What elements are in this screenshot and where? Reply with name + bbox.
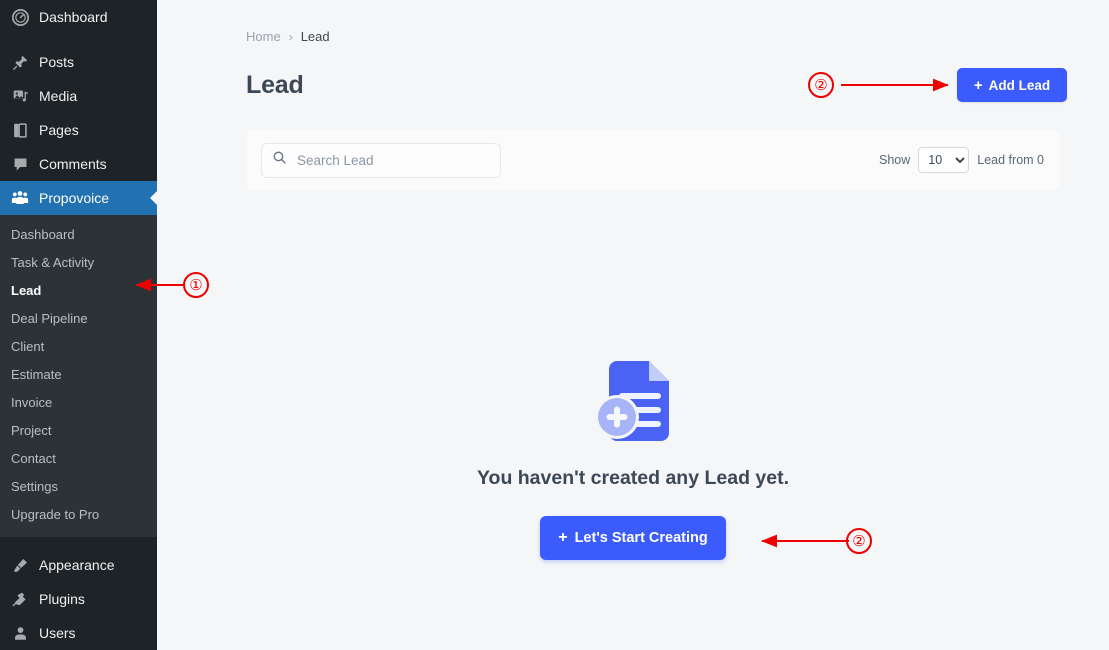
media-icon <box>10 86 30 106</box>
submenu-item-estimate[interactable]: Estimate <box>0 361 157 389</box>
comments-icon <box>10 154 30 174</box>
submenu-item-project[interactable]: Project <box>0 417 157 445</box>
sidebar-item-label: Dashboard <box>39 9 108 25</box>
propovoice-lead-page: Home › Lead Lead + Add Lead Show 1025501… <box>157 0 1109 650</box>
annotation-number-1: ① <box>183 272 209 298</box>
sidebar-separator <box>0 537 157 548</box>
submenu-item-contact[interactable]: Contact <box>0 445 157 473</box>
pages-icon <box>10 120 30 140</box>
group-icon <box>10 188 30 208</box>
start-creating-button[interactable]: + Let's Start Creating <box>540 516 726 560</box>
plug-icon <box>10 589 30 609</box>
sidebar-item-propovoice[interactable]: Propovoice <box>0 181 158 215</box>
dashboard-icon <box>10 7 30 27</box>
sidebar-item-plugins[interactable]: Plugins <box>0 582 157 616</box>
search-field-wrapper[interactable] <box>261 142 501 178</box>
add-lead-label: Add Lead <box>988 77 1051 93</box>
submenu-item-settings[interactable]: Settings <box>0 473 157 501</box>
sidebar-item-label: Users <box>39 625 76 641</box>
document-add-icon <box>591 355 675 449</box>
sidebar-item-label: Plugins <box>39 591 85 607</box>
paintbrush-icon <box>10 555 30 575</box>
empty-state-title: You haven't created any Lead yet. <box>476 467 790 489</box>
submenu-item-invoice[interactable]: Invoice <box>0 389 157 417</box>
active-caret-icon <box>150 190 158 206</box>
sidebar-item-appearance[interactable]: Appearance <box>0 548 157 582</box>
search-input[interactable] <box>295 151 490 169</box>
sidebar-item-pages[interactable]: Pages <box>0 113 157 147</box>
sidebar-item-label: Appearance <box>39 557 115 573</box>
sidebar-separator <box>0 34 157 45</box>
wp-admin-sidebar: Dashboard Posts Media Pages Comments Pro… <box>0 0 158 650</box>
search-icon <box>272 150 287 170</box>
submenu-item-dashboard[interactable]: Dashboard <box>0 221 157 249</box>
toolbar-right-controls: Show 102550100 Lead from 0 <box>879 147 1044 173</box>
sidebar-item-label: Comments <box>39 156 107 172</box>
sidebar-item-comments[interactable]: Comments <box>0 147 157 181</box>
add-lead-button[interactable]: + Add Lead <box>957 68 1067 102</box>
page-title: Lead <box>246 71 304 99</box>
annotation-number-2a: ② <box>808 72 834 98</box>
plus-icon: + <box>973 76 983 94</box>
sidebar-item-label: Media <box>39 88 78 104</box>
sidebar-item-posts[interactable]: Posts <box>0 45 157 79</box>
submenu-item-deal-pipeline[interactable]: Deal Pipeline <box>0 305 157 333</box>
breadcrumb-current: Lead <box>300 29 330 44</box>
sidebar-item-label: Pages <box>39 122 79 138</box>
empty-state: You haven't created any Lead yet. + Let'… <box>157 355 1109 560</box>
sidebar-item-label: Posts <box>39 54 75 70</box>
sidebar-item-dashboard[interactable]: Dashboard <box>0 0 157 34</box>
sidebar-item-media[interactable]: Media <box>0 79 157 113</box>
per-page-select[interactable]: 102550100 <box>918 147 970 173</box>
annotation-number-2b: ② <box>846 528 872 554</box>
submenu-item-task-activity[interactable]: Task & Activity <box>0 249 157 277</box>
start-creating-label: Let's Start Creating <box>574 530 708 546</box>
sidebar-item-users[interactable]: Users <box>0 616 157 650</box>
submenu-item-upgrade-to-pro[interactable]: Upgrade to Pro <box>0 501 157 529</box>
breadcrumb-separator-icon: › <box>288 29 293 44</box>
plus-icon: + <box>558 529 568 546</box>
breadcrumb-home-link[interactable]: Home <box>246 29 281 44</box>
breadcrumb: Home › Lead <box>246 29 330 44</box>
user-icon <box>10 623 30 643</box>
lead-count-label: Lead from 0 <box>977 153 1044 167</box>
lead-toolbar-card: Show 102550100 Lead from 0 <box>246 130 1060 190</box>
propovoice-submenu: Dashboard Task & Activity Lead Deal Pipe… <box>0 215 157 537</box>
submenu-item-lead[interactable]: Lead <box>0 277 157 305</box>
pin-icon <box>10 52 30 72</box>
submenu-item-client[interactable]: Client <box>0 333 157 361</box>
wordpress-admin-screen: Dashboard Posts Media Pages Comments Pro… <box>0 0 1109 650</box>
sidebar-item-label: Propovoice <box>39 190 110 206</box>
show-label: Show <box>879 153 911 167</box>
